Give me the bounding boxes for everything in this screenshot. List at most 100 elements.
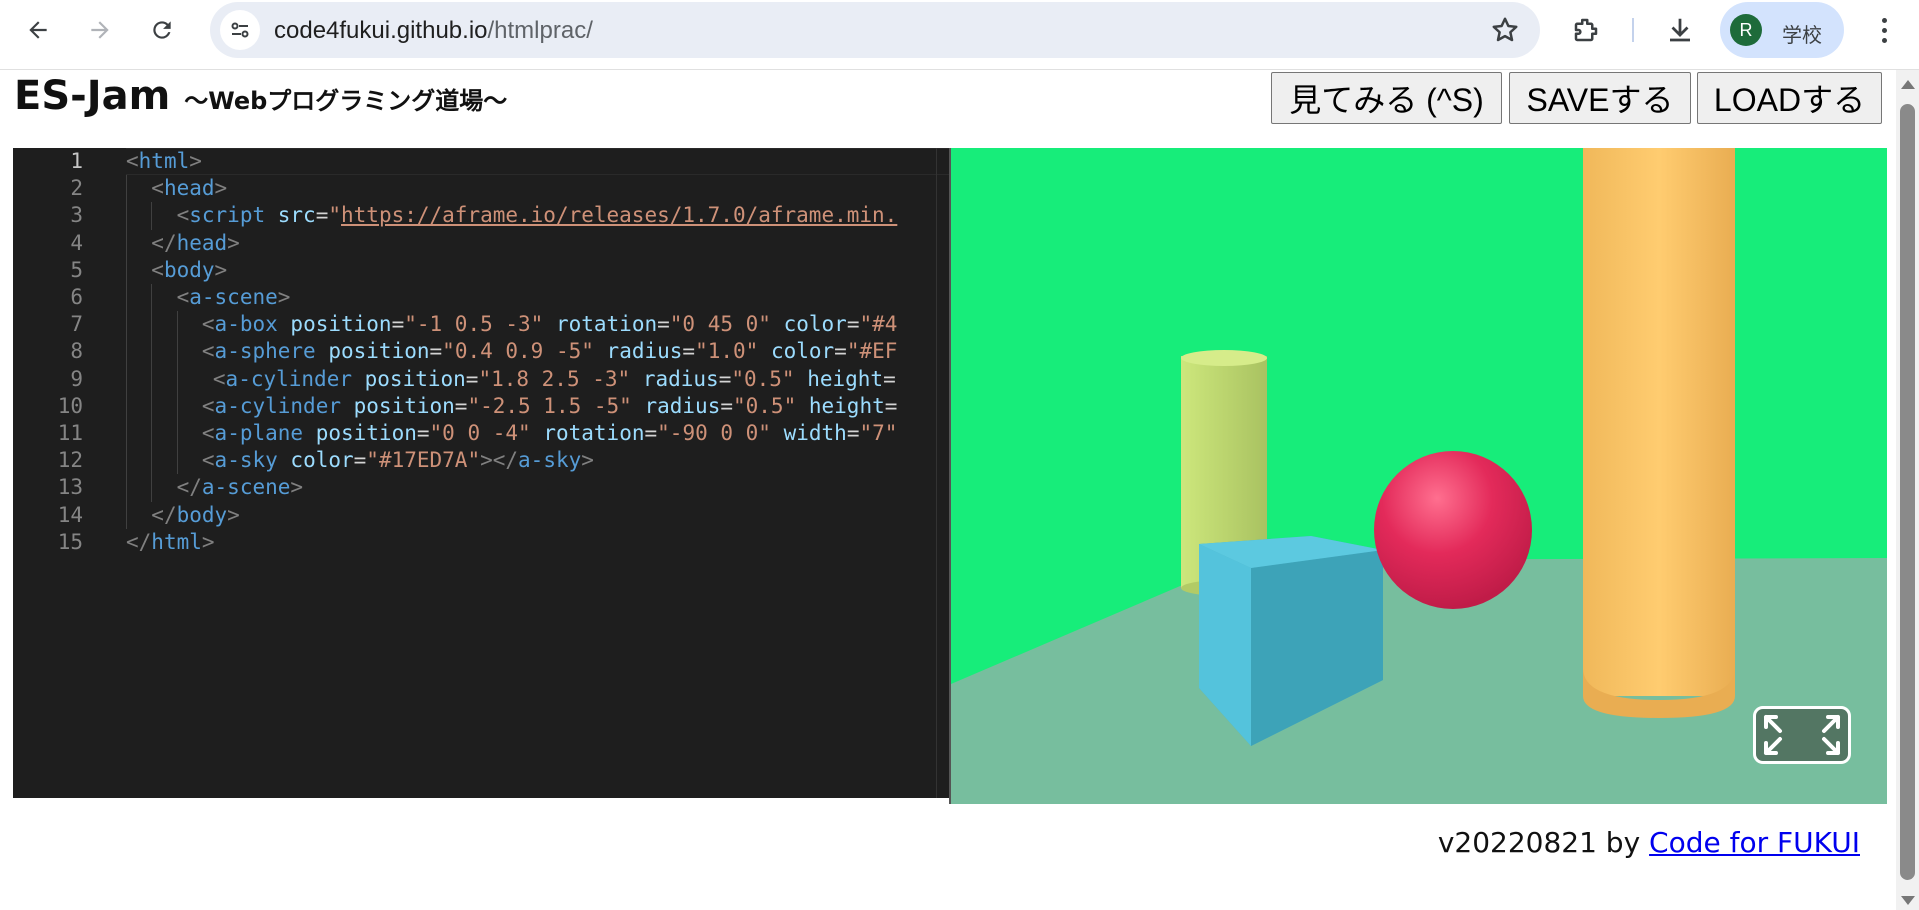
profile-name: 学校: [1782, 23, 1822, 47]
code-token: =: [718, 366, 732, 391]
code-line[interactable]: </html>: [126, 529, 215, 562]
line-number: 1: [70, 149, 83, 173]
code-token: "-1 0.5 -3": [404, 312, 544, 337]
load-button[interactable]: LOADする: [1697, 72, 1882, 124]
code-token: =: [720, 393, 733, 418]
vr-preview[interactable]: [949, 148, 1887, 804]
indent-guide: [151, 284, 153, 312]
extensions-icon[interactable]: [1568, 12, 1604, 48]
code-token: "#4: [859, 312, 898, 337]
code-token: position: [353, 393, 455, 418]
code-token: position: [315, 421, 417, 445]
forward-icon[interactable]: [78, 8, 122, 52]
indent-guide: [126, 229, 127, 257]
indent-guide: [126, 311, 127, 339]
code-token: rotation: [555, 312, 658, 337]
code-token: a-plane: [214, 421, 304, 445]
sphere: [1374, 451, 1532, 609]
code-token: "1.0": [695, 339, 759, 364]
current-line-highlight: [126, 148, 949, 176]
code-token: </: [126, 529, 152, 554]
code-token: "-2.5 1.5 -5": [467, 393, 632, 418]
code-token: "0.4 0.9 -5": [442, 339, 594, 364]
avatar: R: [1730, 14, 1762, 46]
indent-guide: [126, 447, 127, 475]
title-main: ES-Jam: [14, 73, 171, 119]
code-token: =: [315, 203, 329, 228]
code-for-fukui-link[interactable]: Code for FUKUI: [1649, 826, 1860, 859]
code-token: <: [151, 257, 164, 282]
profile-button[interactable]: R 学校: [1720, 2, 1844, 58]
indent-guide: [126, 256, 127, 284]
code-token: a-scene: [189, 285, 278, 309]
site-info-icon[interactable]: [220, 10, 260, 50]
indent-guide: [176, 338, 178, 366]
bookmark-star-icon[interactable]: [1490, 15, 1520, 45]
code-token: =: [465, 366, 479, 391]
code-token: html: [138, 149, 190, 173]
code-token: script: [189, 203, 266, 228]
page-scrollbar[interactable]: [1896, 70, 1919, 910]
aframe-scene: [951, 148, 1887, 804]
scrollbar-thumb[interactable]: [1900, 104, 1915, 880]
line-number: 13: [57, 475, 83, 500]
indent-guide: [151, 447, 153, 475]
code-token: >: [227, 230, 240, 255]
kebab-menu-icon[interactable]: [1868, 14, 1900, 46]
code-token: a-box: [214, 312, 278, 337]
code-token: =: [883, 366, 896, 391]
scroll-down-arrow-icon[interactable]: [1901, 896, 1915, 905]
indent-guide: [151, 420, 153, 448]
url-text[interactable]: code4fukui.github.io/htmlprac/: [274, 17, 593, 45]
code-token: rotation: [543, 421, 645, 445]
line-number: 14: [57, 502, 83, 527]
address-bar[interactable]: code4fukui.github.io/htmlprac/: [210, 2, 1540, 58]
code-token: color: [290, 448, 354, 473]
code-token: =: [416, 421, 430, 445]
reload-icon[interactable]: [140, 8, 184, 52]
cylinder-orange: [1583, 148, 1735, 718]
code-line[interactable]: <script src="https://aframe.io/releases/…: [177, 202, 898, 235]
code-editor[interactable]: 1 2 3 4 5 6 7 8 9 10 11 12 13 14 15 <html> <head> <script…: [13, 148, 949, 798]
line-number: 3: [70, 203, 83, 228]
code-token: <: [176, 203, 190, 228]
code-token: <: [201, 312, 215, 337]
code-token: a-cylinder: [214, 393, 341, 418]
indent-guide: [176, 447, 178, 475]
indent-guide: [126, 338, 127, 366]
save-button[interactable]: SAVEする: [1509, 72, 1691, 124]
code-token: a-sky: [518, 448, 582, 473]
fullscreen-enter-icon[interactable]: [1753, 706, 1851, 764]
download-icon[interactable]: [1662, 12, 1698, 48]
code-token: body: [176, 502, 228, 527]
line-number: 15: [57, 529, 83, 554]
line-number: 5: [70, 257, 83, 282]
view-button[interactable]: 見てみる (^S): [1271, 72, 1502, 124]
scroll-up-arrow-icon[interactable]: [1901, 80, 1915, 89]
indent-guide: [151, 311, 153, 339]
indent-guide: [176, 311, 178, 339]
code-token: >: [214, 257, 228, 282]
code-token: body: [163, 257, 215, 282]
code-token: =: [644, 421, 658, 445]
code-token: >: [201, 529, 215, 554]
code-token: =: [834, 339, 847, 364]
indent-guide: [151, 365, 153, 393]
code-token: "0 0 -4": [429, 421, 531, 445]
code-token: </: [151, 502, 177, 527]
indent-guide: [151, 202, 153, 230]
back-icon[interactable]: [16, 8, 60, 52]
code-token: color: [783, 312, 847, 337]
code-token: =: [657, 312, 670, 337]
code-token: "7": [859, 421, 898, 445]
code-token: "0.5": [733, 393, 797, 418]
